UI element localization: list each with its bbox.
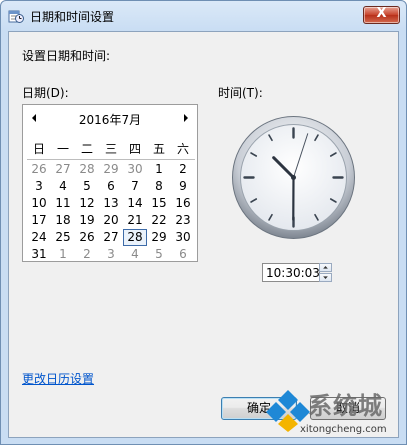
- calendar-day[interactable]: 4: [51, 178, 75, 195]
- spin-down-icon[interactable]: [319, 273, 332, 282]
- window-title: 日期和时间设置: [30, 10, 115, 24]
- calendar-day[interactable]: 26: [75, 229, 99, 246]
- dialog-body: 设置日期和时间: 日期(D): 时间(T): 2016年7月 日一二三四五六 26…: [8, 31, 399, 438]
- calendar: 2016年7月 日一二三四五六 26 27 28 29 30 1 2 3 4 5 6 7 8 9 10 11 12…: [22, 104, 198, 262]
- weekday-label: 四: [128, 142, 141, 156]
- calendar-day[interactable]: 17: [27, 212, 51, 229]
- calendar-day[interactable]: 6: [171, 246, 195, 263]
- watermark: 系统城 xitongcheng.com: [266, 384, 406, 444]
- weekday-header: 日一二三四五六: [27, 141, 195, 160]
- calendar-week-row: 26 27 28 29 30 1 2: [27, 161, 195, 178]
- calendar-day[interactable]: 6: [99, 178, 123, 195]
- calendar-day[interactable]: 31: [27, 246, 51, 263]
- calendar-day[interactable]: 11: [51, 195, 75, 212]
- time-label: 时间(T):: [218, 86, 263, 100]
- close-icon: X: [376, 6, 387, 21]
- weekday-label: 一: [56, 142, 69, 156]
- calendar-day[interactable]: 20: [99, 212, 123, 229]
- calendar-week-row: 31 1 2 3 4 5 6: [27, 246, 195, 263]
- calendar-day[interactable]: 30: [123, 161, 147, 178]
- time-value: 10:30:03: [266, 266, 320, 280]
- calendar-day[interactable]: 30: [171, 229, 195, 246]
- clock-center: [291, 175, 296, 180]
- weekday-label: 五: [152, 142, 165, 156]
- calendar-day[interactable]: 14: [123, 195, 147, 212]
- next-month-arrow-icon[interactable]: [181, 112, 191, 124]
- weekday-label: 三: [104, 142, 117, 156]
- calendar-day[interactable]: 22: [147, 212, 171, 229]
- calendar-week-row: 17 18 19 20 21 22 23: [27, 212, 195, 229]
- calendar-day[interactable]: 26: [27, 161, 51, 178]
- calendar-day[interactable]: 27: [99, 229, 123, 246]
- calendar-day[interactable]: 8: [147, 178, 171, 195]
- calendar-day[interactable]: 13: [99, 195, 123, 212]
- date-label: 日期(D):: [22, 86, 69, 100]
- calendar-day[interactable]: 4: [123, 246, 147, 263]
- calendar-day[interactable]: 29: [147, 229, 171, 246]
- calendar-day[interactable]: 28: [75, 161, 99, 178]
- watermark-url: xitongcheng.com: [300, 424, 387, 435]
- time-spinner[interactable]: [319, 263, 332, 282]
- analog-clock: [232, 116, 355, 239]
- calendar-day[interactable]: 2: [171, 161, 195, 178]
- weekday-label: 六: [176, 142, 189, 156]
- calendar-day[interactable]: 2: [75, 246, 99, 263]
- close-button[interactable]: X: [363, 6, 400, 24]
- calendar-week-row: 10 11 12 13 14 15 16: [27, 195, 195, 212]
- calendar-day[interactable]: 18: [51, 212, 75, 229]
- calendar-day[interactable]: 19: [75, 212, 99, 229]
- calendar-day[interactable]: 3: [27, 178, 51, 195]
- date-time-icon: [8, 10, 24, 23]
- calendar-day[interactable]: 21: [123, 212, 147, 229]
- calendar-grid: 日一二三四五六 26 27 28 29 30 1 2 3 4 5 6 7 8 9 10 11 12 13 14 15 16…: [27, 141, 195, 263]
- calendar-day[interactable]: 25: [51, 229, 75, 246]
- calendar-day[interactable]: 3: [99, 246, 123, 263]
- calendar-day[interactable]: 29: [99, 161, 123, 178]
- calendar-day[interactable]: 7: [123, 178, 147, 195]
- calendar-week-row: 24 25 26 27 28 29 30: [27, 229, 195, 246]
- calendar-day[interactable]: 27: [51, 161, 75, 178]
- calendar-day[interactable]: 16: [171, 195, 195, 212]
- weekday-label: 日: [32, 142, 45, 156]
- calendar-month-title[interactable]: 2016年7月: [23, 111, 197, 128]
- calendar-day[interactable]: 10: [27, 195, 51, 212]
- calendar-day[interactable]: 23: [171, 212, 195, 229]
- calendar-day[interactable]: 15: [147, 195, 171, 212]
- calendar-day[interactable]: 5: [75, 178, 99, 195]
- calendar-day[interactable]: 1: [51, 246, 75, 263]
- page-heading: 设置日期和时间:: [22, 49, 111, 63]
- calendar-day[interactable]: 5: [147, 246, 171, 263]
- time-field[interactable]: 10:30:03: [262, 263, 320, 282]
- change-calendar-settings-link[interactable]: 更改日历设置: [22, 370, 94, 387]
- calendar-day[interactable]: 24: [27, 229, 51, 246]
- weekday-label: 二: [80, 142, 93, 156]
- calendar-day[interactable]: 9: [171, 178, 195, 195]
- dialog-window: 日期和时间设置 X 设置日期和时间: 日期(D): 时间(T): 2016年7月…: [0, 0, 407, 445]
- calendar-day[interactable]: 1: [147, 161, 171, 178]
- calendar-week-row: 3456789: [27, 178, 195, 195]
- calendar-day-selected[interactable]: 28: [123, 229, 147, 246]
- title-bar[interactable]: 日期和时间设置 X: [1, 1, 406, 31]
- spin-up-icon[interactable]: [319, 263, 332, 272]
- watermark-brand: 系统城: [308, 391, 383, 420]
- calendar-day[interactable]: 12: [75, 195, 99, 212]
